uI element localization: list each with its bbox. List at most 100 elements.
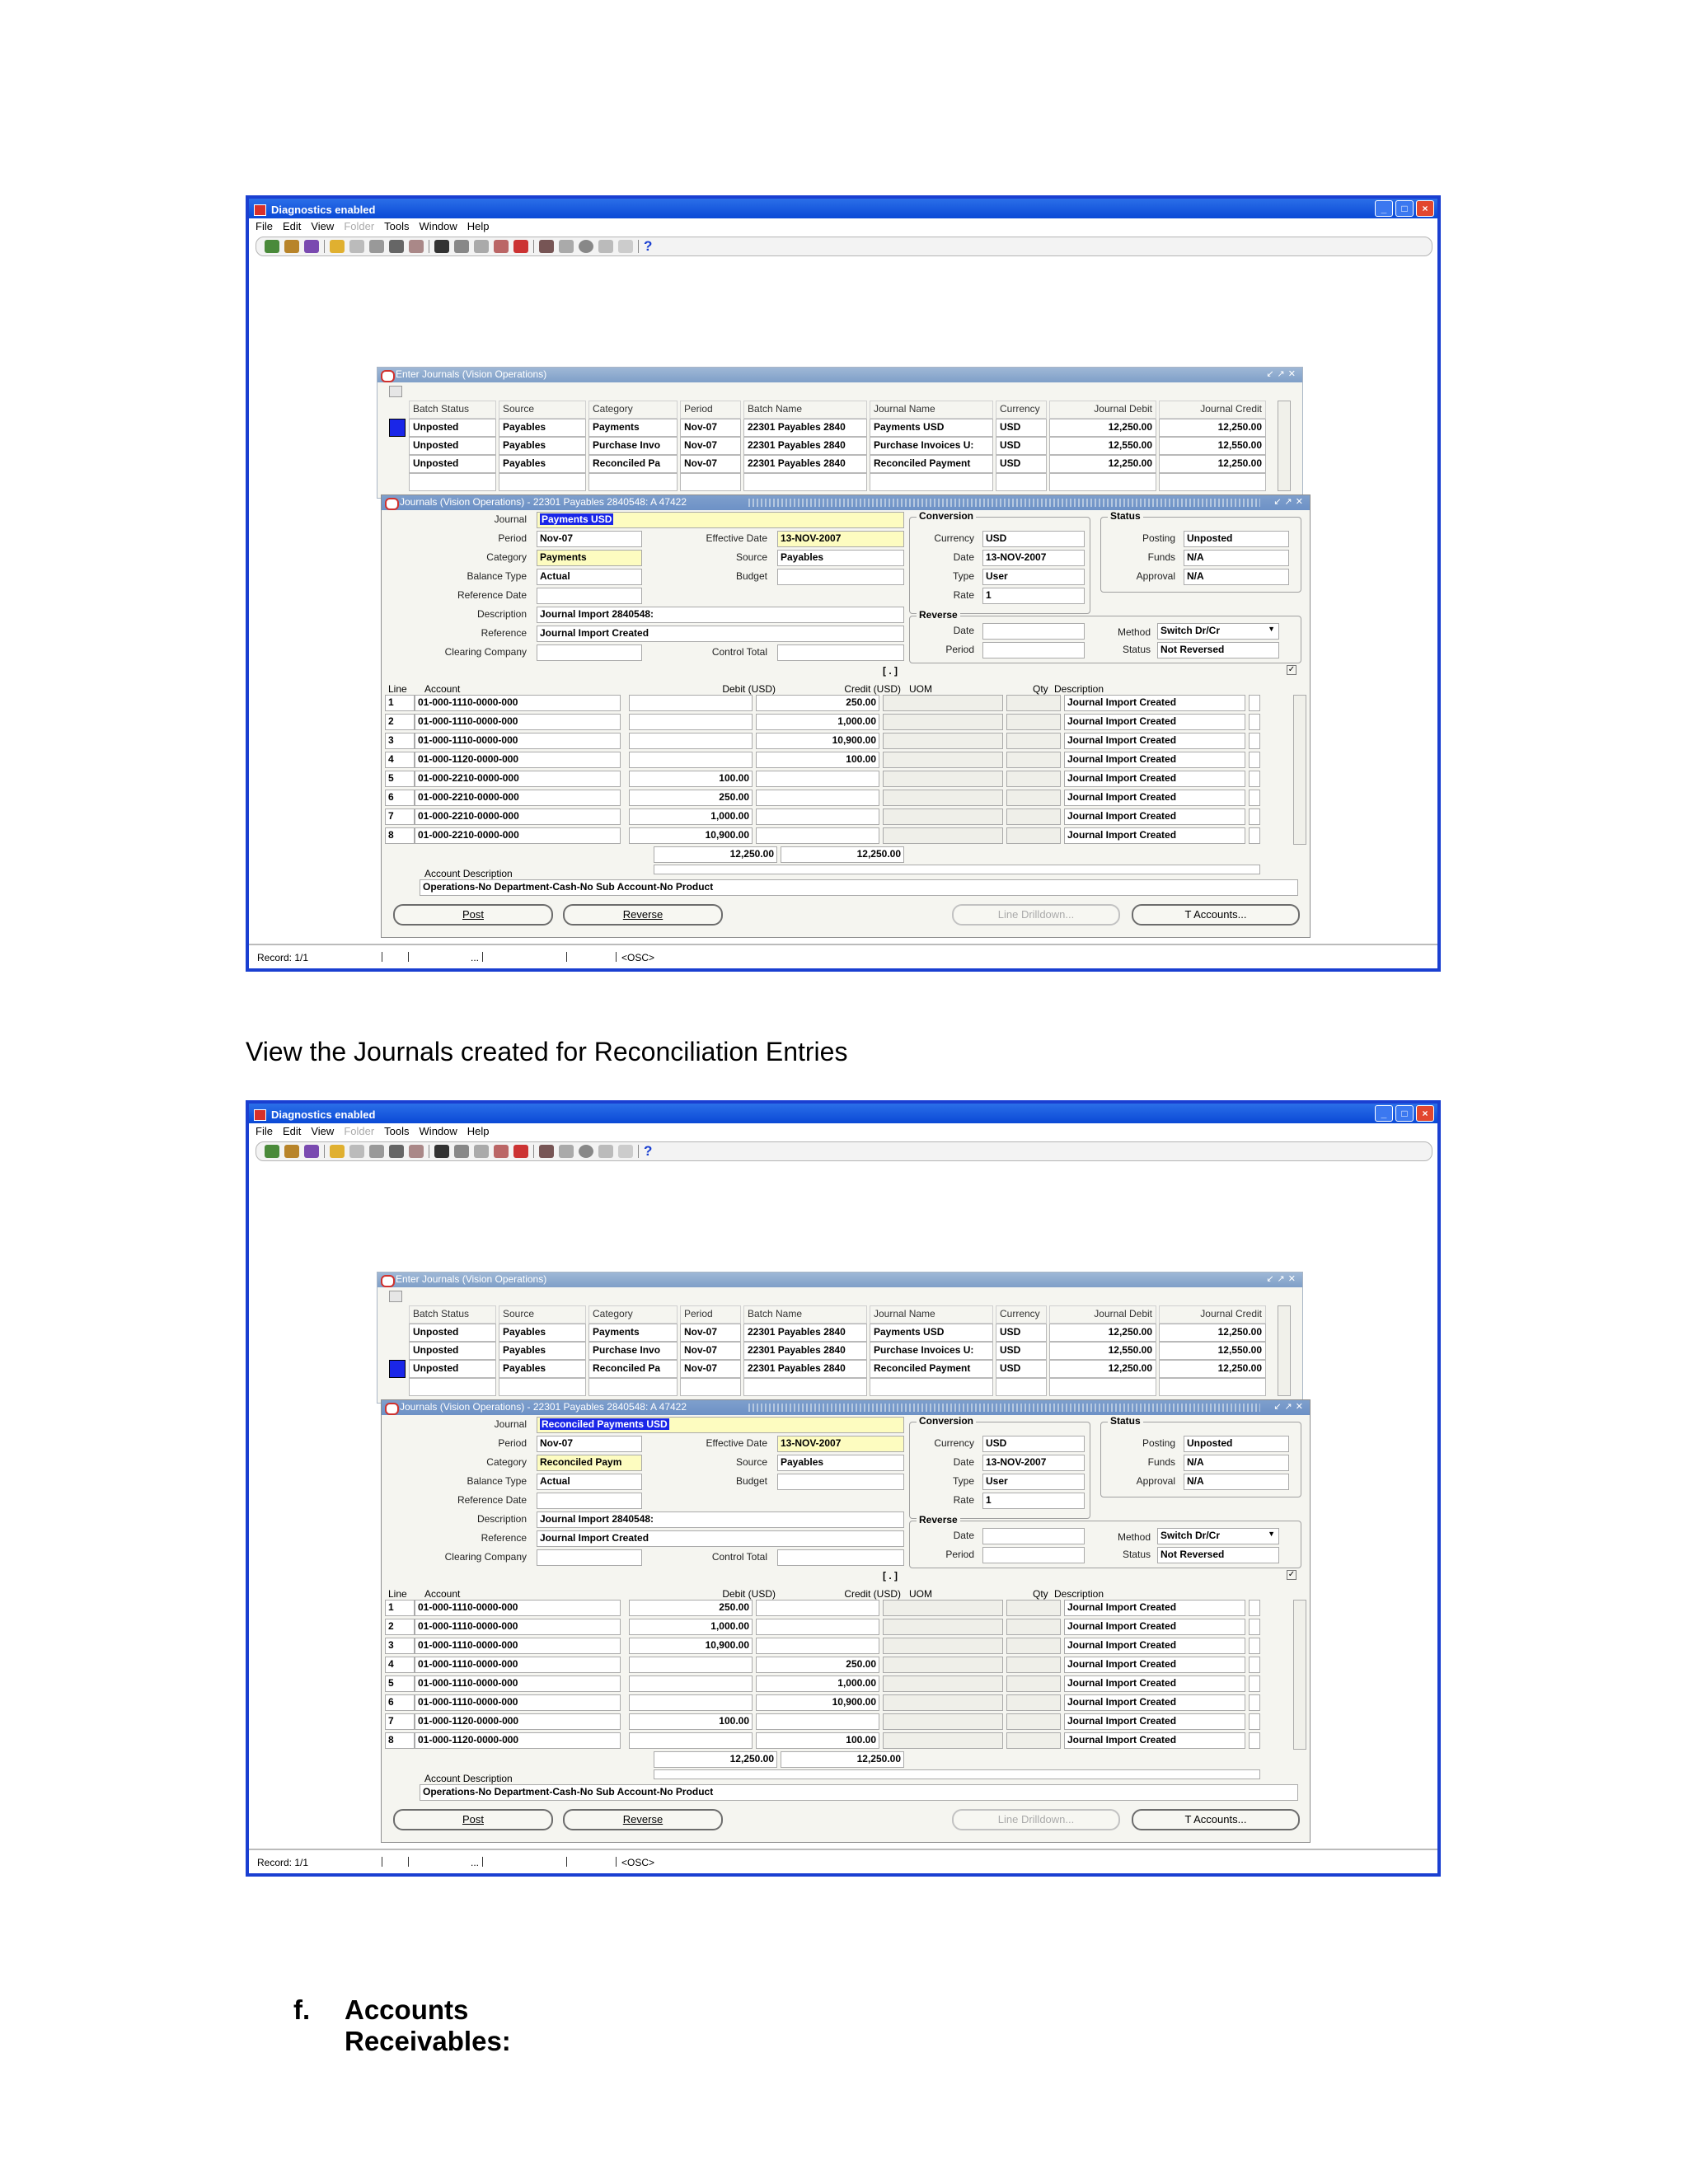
line-account[interactable]: 01-000-2210-0000-000: [415, 827, 621, 844]
batch-cell-category[interactable]: Purchase Invo: [588, 437, 678, 455]
line-account[interactable]: 01-000-1120-0000-000: [415, 1713, 621, 1730]
new-icon[interactable]: [265, 1145, 279, 1158]
reverse-period-field[interactable]: [982, 642, 1085, 658]
batch-cell-category[interactable]: Purchase Invo: [588, 1342, 678, 1360]
line-number[interactable]: 3: [385, 733, 415, 749]
print-icon[interactable]: [389, 1145, 404, 1158]
line-qty[interactable]: [1006, 1732, 1061, 1749]
line-debit[interactable]: 100.00: [629, 771, 753, 787]
batch-cell-journal[interactable]: Purchase Invoices U:: [870, 437, 993, 455]
line-account[interactable]: 01-000-1110-0000-000: [415, 1675, 621, 1692]
conversion-type-field[interactable]: User: [982, 569, 1085, 585]
batch-cell-debit[interactable]: 12,550.00: [1049, 1342, 1156, 1360]
batch-cell-currency[interactable]: USD: [996, 1342, 1047, 1360]
line-debit[interactable]: [629, 1732, 753, 1749]
line-qty[interactable]: [1006, 771, 1061, 787]
method-select[interactable]: Switch Dr/Cr ▼: [1157, 1528, 1279, 1544]
line-qty[interactable]: [1006, 1619, 1061, 1635]
line-description[interactable]: Journal Import Created: [1064, 714, 1245, 730]
navigator-icon[interactable]: [304, 1145, 319, 1158]
journal-field[interactable]: Reconciled Payments USD: [537, 1417, 904, 1433]
batch-cell-period[interactable]: Nov-07: [680, 1324, 741, 1342]
batch-cell-batch[interactable]: 22301 Payables 2840: [743, 1360, 867, 1378]
batch-cell-period[interactable]: Nov-07: [680, 1342, 741, 1360]
batch-cell-source[interactable]: Payables: [499, 455, 586, 473]
line-uom[interactable]: [883, 790, 1003, 806]
batch-cell-journal[interactable]: Purchase Invoices U:: [870, 1342, 993, 1360]
batch-cell-batch[interactable]: 22301 Payables 2840: [743, 455, 867, 473]
batch-cell-credit[interactable]: 12,550.00: [1159, 437, 1266, 455]
batch-cell-journal[interactable]: Payments USD: [870, 1324, 993, 1342]
line-description[interactable]: Journal Import Created: [1064, 1638, 1245, 1654]
close-icon[interactable]: ×: [1416, 200, 1434, 217]
line-debit[interactable]: 1,000.00: [629, 808, 753, 825]
line-uom[interactable]: [883, 733, 1003, 749]
journal-line-row[interactable]: 2 01-000-1110-0000-000 1,000.00 Journal Imp…: [385, 1619, 1260, 1637]
line-account[interactable]: 01-000-1120-0000-000: [415, 752, 621, 768]
source-field[interactable]: Payables: [777, 550, 904, 566]
line-dff[interactable]: [1249, 733, 1260, 749]
currency-field[interactable]: USD: [982, 1436, 1085, 1452]
line-account[interactable]: 01-000-2210-0000-000: [415, 771, 621, 787]
reference-date-field[interactable]: [537, 1493, 642, 1509]
method-select[interactable]: Switch Dr/Cr ▼: [1157, 623, 1279, 640]
reverse-date-field[interactable]: [982, 1528, 1085, 1544]
batch-cell-period[interactable]: Nov-07: [680, 1360, 741, 1378]
line-description[interactable]: Journal Import Created: [1064, 771, 1245, 787]
line-number[interactable]: 1: [385, 695, 415, 711]
batch-cell-source[interactable]: Payables: [499, 1324, 586, 1342]
line-debit[interactable]: 10,900.00: [629, 1638, 753, 1654]
maximize-icon[interactable]: □: [1395, 1105, 1414, 1122]
line-credit[interactable]: 1,000.00: [756, 1675, 879, 1692]
control-total-field[interactable]: [777, 644, 904, 661]
balance-type-field[interactable]: Actual: [537, 569, 642, 585]
period-field[interactable]: Nov-07: [537, 531, 642, 547]
line-debit[interactable]: [629, 1657, 753, 1673]
batch-cell-category[interactable]: Reconciled Pa: [588, 455, 678, 473]
batch-cell-batch[interactable]: 22301 Payables 2840: [743, 437, 867, 455]
rate-field[interactable]: 1: [982, 1493, 1085, 1509]
line-credit[interactable]: 1,000.00: [756, 714, 879, 730]
line-qty[interactable]: [1006, 1713, 1061, 1730]
line-credit[interactable]: 10,900.00: [756, 1694, 879, 1711]
line-account[interactable]: 01-000-1110-0000-000: [415, 1600, 621, 1616]
reference-field[interactable]: Journal Import Created: [537, 1530, 904, 1547]
rate-field[interactable]: 1: [982, 588, 1085, 604]
batch-cell-journal[interactable]: Reconciled Payment: [870, 1360, 993, 1378]
line-qty[interactable]: [1006, 1657, 1061, 1673]
batch-row-empty[interactable]: [389, 1378, 1268, 1396]
batch-cell-period[interactable]: Nov-07: [680, 419, 741, 437]
cut-icon[interactable]: [434, 240, 449, 253]
journal-field[interactable]: Payments USD: [537, 512, 904, 528]
paste-icon[interactable]: [474, 1145, 489, 1158]
line-debit[interactable]: [629, 1675, 753, 1692]
folder-tools-icon[interactable]: [618, 240, 633, 253]
line-debit[interactable]: 100.00: [629, 1713, 753, 1730]
line-uom[interactable]: [883, 714, 1003, 730]
line-qty[interactable]: [1006, 695, 1061, 711]
line-dff[interactable]: [1249, 771, 1260, 787]
batch-cell-credit[interactable]: 12,250.00: [1159, 1360, 1266, 1378]
lines-horizontal-scrollbar[interactable]: [654, 1769, 1260, 1779]
journal-line-row[interactable]: 2 01-000-1110-0000-000 1,000.00 Journal Imp…: [385, 714, 1260, 732]
minimize-icon[interactable]: _: [1375, 200, 1393, 217]
line-number[interactable]: 7: [385, 808, 415, 825]
batch-row[interactable]: Unposted Payables Reconciled Pa Nov-07 22301…: [389, 455, 1268, 473]
conversion-type-field[interactable]: User: [982, 1474, 1085, 1490]
new-record-icon[interactable]: [494, 240, 509, 253]
batch-cell-status[interactable]: Unposted: [409, 437, 496, 455]
line-number[interactable]: 7: [385, 1713, 415, 1730]
reverse-button[interactable]: Reverse: [563, 904, 723, 926]
line-uom[interactable]: [883, 1675, 1003, 1692]
zoom-icon[interactable]: [559, 1145, 574, 1158]
line-number[interactable]: 2: [385, 714, 415, 730]
line-description[interactable]: Journal Import Created: [1064, 1619, 1245, 1635]
line-dff[interactable]: [1249, 752, 1260, 768]
line-description[interactable]: Journal Import Created: [1064, 1657, 1245, 1673]
reference-field[interactable]: Journal Import Created: [537, 626, 904, 642]
journal-line-row[interactable]: 5 01-000-1110-0000-000 1,000.00 Journal Imp…: [385, 1675, 1260, 1694]
line-account[interactable]: 01-000-1110-0000-000: [415, 1638, 621, 1654]
reverse-button[interactable]: Reverse: [563, 1809, 723, 1830]
line-number[interactable]: 6: [385, 790, 415, 806]
line-description[interactable]: Journal Import Created: [1064, 790, 1245, 806]
